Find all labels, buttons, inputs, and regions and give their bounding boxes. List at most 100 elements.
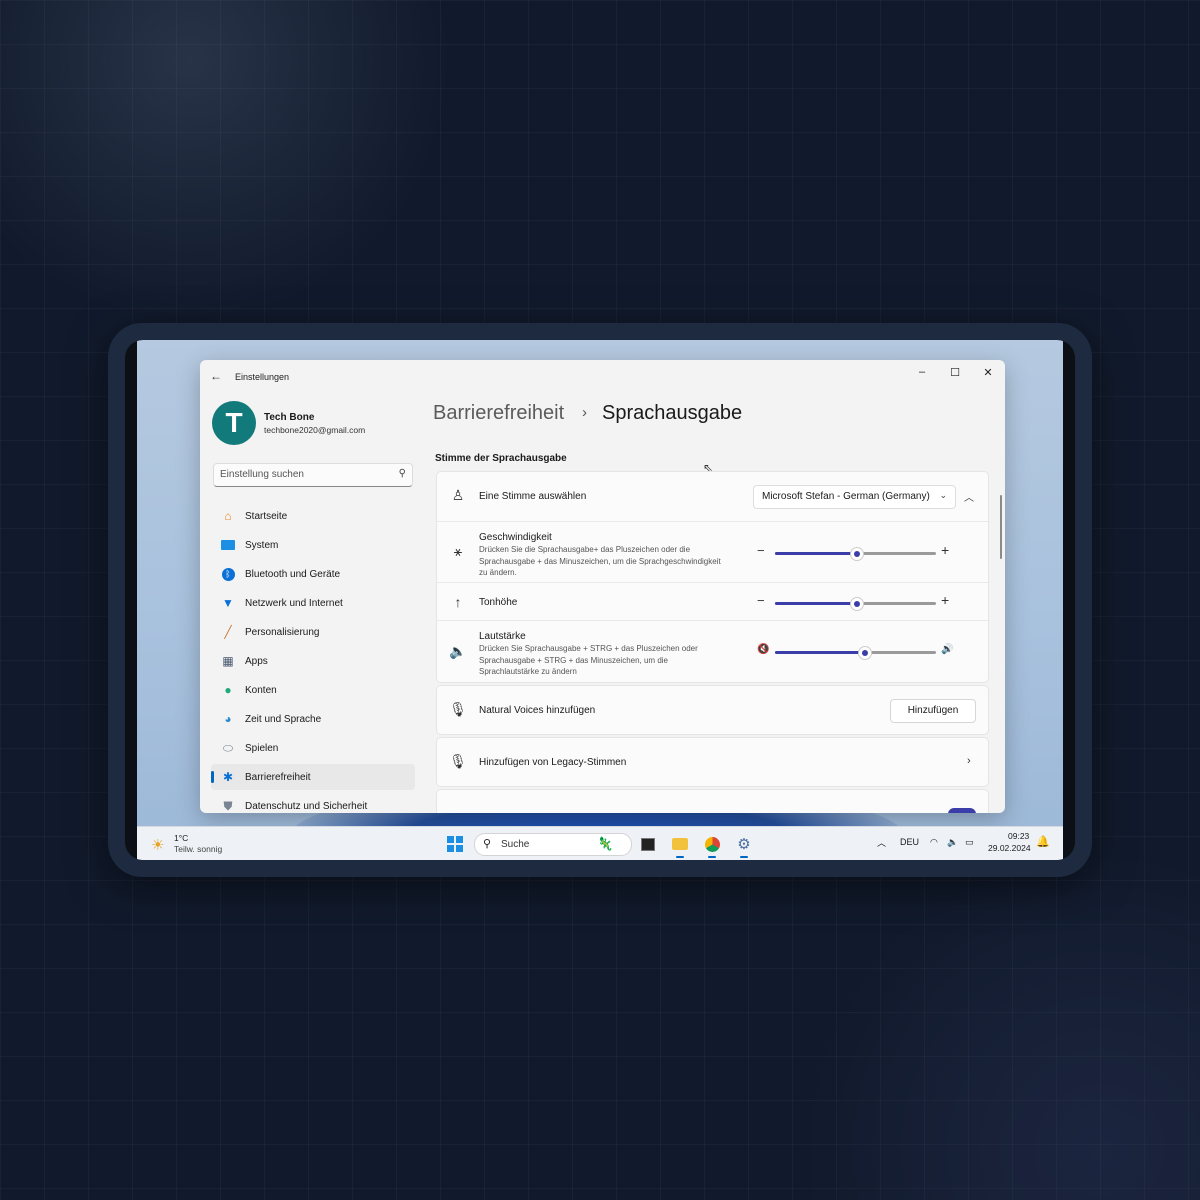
slider-thumb[interactable] [857, 646, 872, 660]
voice-dropdown[interactable]: Microsoft Stefan - German (Germany) ⌄ [753, 485, 956, 509]
gamepad-icon: ⬭ [222, 740, 234, 755]
slider-track[interactable] [775, 646, 936, 660]
person-outline-icon: ♙ [451, 487, 465, 503]
voice-dropdown-value: Microsoft Stefan - German (Germany) [762, 491, 930, 502]
maximize-button[interactable]: ☐ [945, 366, 965, 379]
settings-search-input[interactable]: Einstellung suchen ⚲ [213, 463, 413, 487]
select-voice-label: Eine Stimme auswählen [479, 491, 587, 502]
wifi-tray-icon[interactable]: ◠ [930, 837, 938, 848]
slider-track[interactable] [775, 597, 936, 611]
file-explorer-icon[interactable] [670, 834, 690, 858]
search-highlight-icon: 🦎 [597, 836, 614, 851]
sidebar-item-personalisierung[interactable]: ╱ Personalisierung [211, 619, 415, 645]
speaker-icon: 🔈 [449, 643, 467, 659]
sidebar-item-konten[interactable]: ● Konten [211, 677, 415, 703]
page-title: Sprachausgabe [602, 402, 743, 424]
sidebar-item-label: System [245, 539, 279, 551]
taskbar-search-label: Suche [501, 839, 530, 850]
language-indicator[interactable]: DEU [900, 837, 919, 847]
slider-fill [775, 602, 856, 605]
slider-track[interactable] [775, 547, 936, 561]
avatar[interactable]: T [212, 401, 256, 445]
person-icon: ● [224, 683, 232, 697]
taskbar-search[interactable]: ⚲ Suche 🦎 [474, 833, 632, 856]
weather-temp[interactable]: 1°C [174, 833, 188, 843]
start-button[interactable] [447, 836, 463, 852]
clock-time[interactable]: 09:23 [1008, 831, 1029, 841]
chevron-right-icon: › [967, 755, 971, 767]
sidebar-item-startseite[interactable]: ⌂ Startseite [211, 503, 415, 529]
plus-icon[interactable]: + [941, 592, 949, 608]
minimize-button[interactable]: – [912, 366, 932, 378]
sidebar-item-zeit-sprache[interactable]: ◕ Zeit und Sprache [211, 706, 415, 732]
sidebar-item-apps[interactable]: ▦ Apps [211, 648, 415, 674]
minus-icon[interactable]: − [757, 593, 765, 608]
slider-fill [775, 651, 864, 654]
speed-icon: ⚹ [453, 543, 463, 559]
legacy-voices-card[interactable]: 🎙 Hinzufügen von Legacy-Stimmen › [436, 737, 989, 787]
active-indicator [211, 771, 214, 783]
accessibility-icon: ✱ [222, 770, 234, 784]
chevron-up-tray-icon[interactable]: ︿ [877, 836, 886, 849]
pitch-label: Tonhöhe [479, 597, 518, 608]
sidebar-item-label: Zeit und Sprache [245, 713, 322, 725]
mute-icon[interactable]: 🔇 [757, 644, 769, 655]
search-placeholder: Einstellung suchen [220, 469, 304, 480]
slider-thumb[interactable] [849, 597, 864, 611]
sidebar-item-spielen[interactable]: ⬭ Spielen [211, 735, 415, 761]
weather-sun-icon[interactable]: ☀ [151, 836, 164, 854]
weather-condition[interactable]: Teilw. sonnig [174, 844, 222, 854]
slider-thumb[interactable] [849, 547, 864, 561]
settings-window: ← Einstellungen – ☐ ✕ T Tech Bone techbo… [200, 360, 1005, 813]
sidebar-item-system[interactable]: System [211, 532, 415, 558]
volume-tray-icon[interactable]: 🔈 [947, 837, 958, 848]
pitch-slider[interactable]: − + [757, 592, 957, 611]
speed-description: Drücken Sie die Sprachausgabe+ das Plusz… [479, 545, 721, 577]
sidebar-item-netzwerk[interactable]: ▼ Netzwerk und Internet [211, 590, 415, 616]
minus-icon[interactable]: − [757, 543, 765, 558]
clock-date[interactable]: 29.02.2024 [988, 843, 1031, 853]
scrollbar[interactable] [1000, 495, 1002, 559]
breadcrumb-separator: › [582, 404, 587, 421]
breadcrumb-parent[interactable]: Barrierefreiheit [433, 402, 564, 425]
home-icon: ⌂ [224, 509, 232, 523]
speed-slider[interactable]: − + [757, 542, 957, 561]
add-natural-voices-button[interactable]: Hinzufügen [890, 699, 976, 723]
chevron-down-icon: ⌄ [939, 490, 947, 500]
sidebar-item-barrierefreiheit[interactable]: ✱ Barrierefreiheit [211, 764, 415, 790]
chrome-icon[interactable] [702, 834, 722, 858]
battery-icon[interactable]: ▭ [965, 837, 974, 848]
notification-bell-icon[interactable]: 🔔 [1036, 835, 1050, 848]
sidebar-item-datenschutz[interactable]: ⛊ Datenschutz und Sicherheit [211, 793, 415, 813]
chevron-up-icon[interactable]: ︿ [964, 489, 974, 504]
search-icon: ⚲ [398, 468, 406, 479]
toggle-switch[interactable] [948, 808, 976, 813]
window-title: Einstellungen [235, 372, 290, 382]
sidebar-item-label: Bluetooth und Geräte [245, 568, 341, 580]
volume-slider[interactable]: 🔇 🔊 [757, 644, 957, 660]
sidebar-item-label: Netzwerk und Internet [245, 597, 343, 609]
sidebar-item-bluetooth[interactable]: ᛒ Bluetooth und Geräte [211, 561, 415, 587]
sidebar-item-label: Spielen [245, 742, 279, 754]
pitch-row: ↑ Tonhöhe − + [437, 582, 988, 621]
volume-row: 🔈 Lautstärke Drücken Sie Sprachausgabe +… [437, 620, 988, 683]
back-arrow-icon[interactable]: ← [210, 369, 222, 383]
select-voice-row[interactable]: ♙ Eine Stimme auswählen Microsoft Stefan… [437, 472, 988, 520]
natural-voices-label: Natural Voices hinzufügen [479, 705, 596, 716]
sidebar-item-label: Startseite [245, 510, 288, 522]
user-email: techbone2020@gmail.com [264, 425, 366, 435]
taskbar: ☀ 1°C Teilw. sonnig ⚲ Suche 🦎 ⚙ ︿ DEU ◠ … [137, 826, 1063, 860]
task-view-icon[interactable] [638, 834, 658, 854]
close-button[interactable]: ✕ [978, 366, 998, 379]
microphone-icon: 🎙 [449, 753, 467, 769]
volume-label: Lautstärke [479, 631, 526, 642]
globe-clock-icon: ◕ [224, 712, 232, 726]
slider-fill [775, 552, 856, 555]
plus-icon[interactable]: + [941, 542, 949, 558]
volume-up-icon[interactable]: 🔊 [941, 644, 953, 655]
arrow-up-icon: ↑ [454, 594, 462, 610]
desktop: ← Einstellungen – ☐ ✕ T Tech Bone techbo… [137, 340, 1063, 860]
settings-gear-icon[interactable]: ⚙ [734, 834, 754, 858]
sidebar-item-label: Datenschutz und Sicherheit [245, 800, 368, 812]
sidebar-item-label: Apps [245, 655, 268, 667]
